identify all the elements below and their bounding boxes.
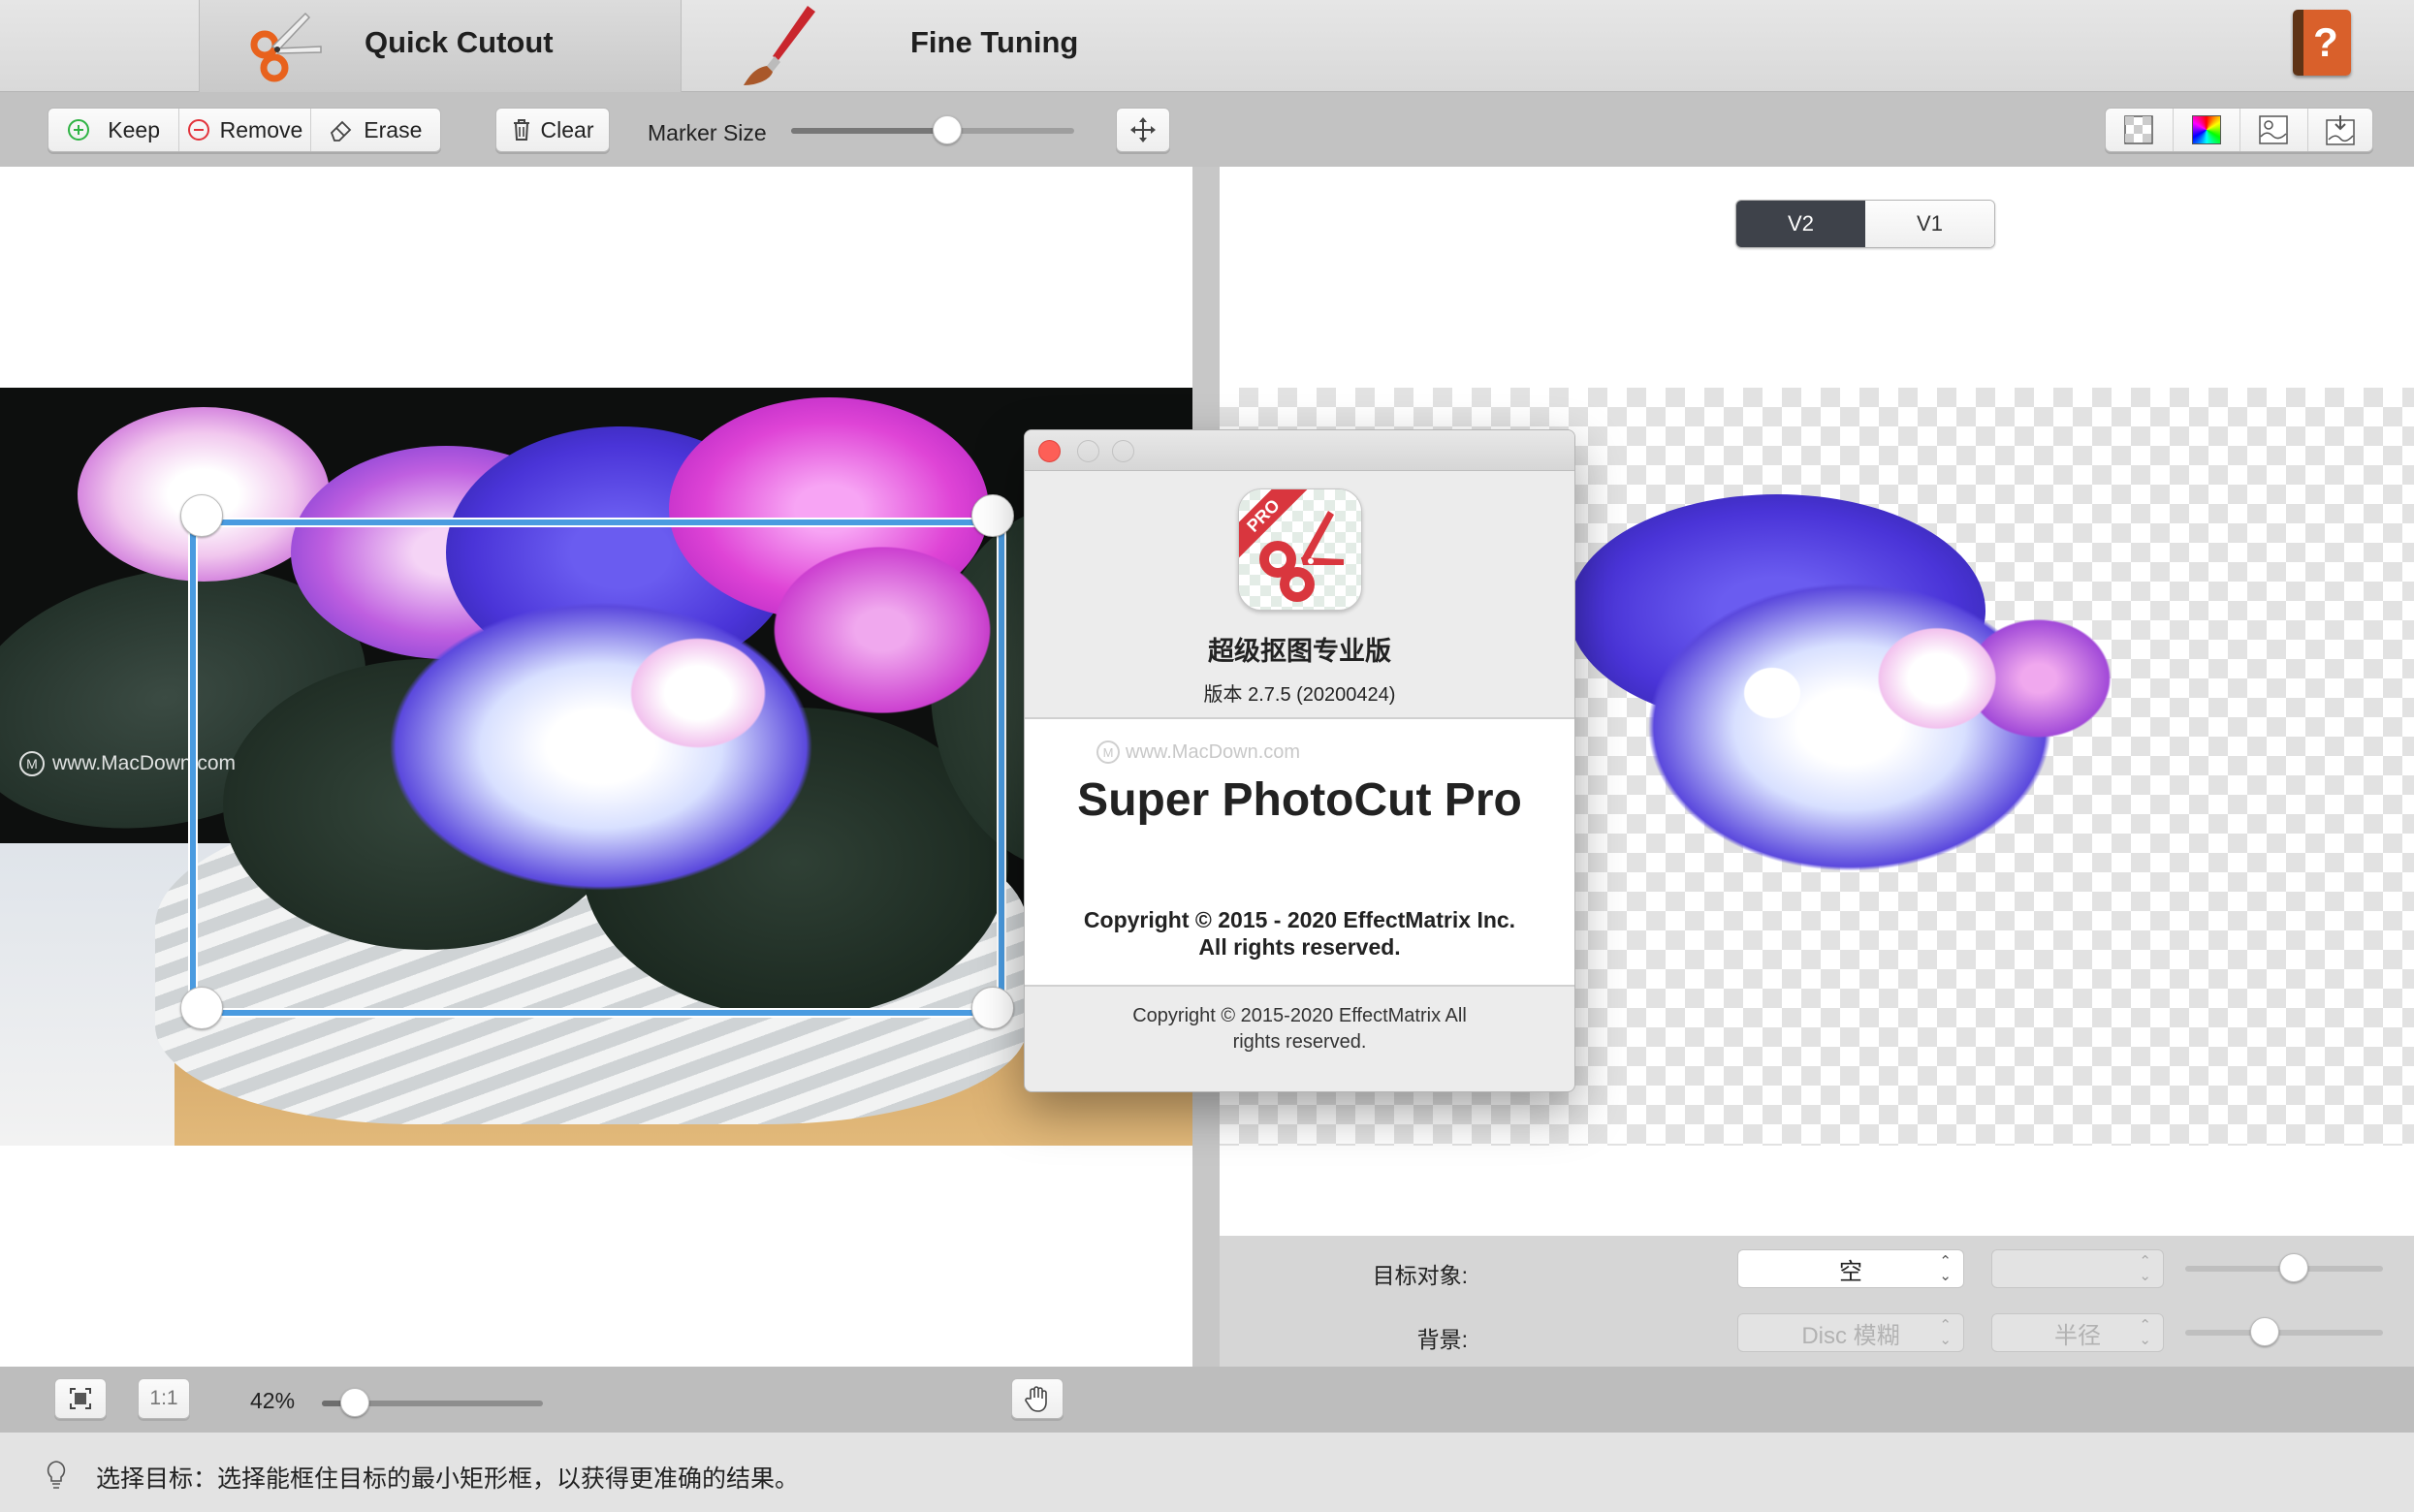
zoom-bar: 1:1 42%	[0, 1367, 2414, 1433]
target-select[interactable]: 空 ⌃ ⌄	[1737, 1249, 1964, 1288]
chevron-updown-icon: ⌃ ⌄	[2139, 1253, 2151, 1284]
export-button[interactable]	[2308, 109, 2373, 151]
slider-knob[interactable]	[2249, 1317, 2279, 1346]
refine-controls-panel: 目标对象: 空 ⌃ ⌄ ⌃ ⌄ 背景: Disc 模糊 ⌃ ⌄ 半径 ⌃ ⌄	[1220, 1236, 2414, 1367]
target-select-value: 空	[1839, 1258, 1862, 1285]
background-view-segmented	[2105, 108, 2373, 152]
help-book-icon[interactable]: ?	[2293, 10, 2351, 76]
color-bg-icon	[2191, 115, 2221, 144]
background-blur-select[interactable]: Disc 模糊 ⌃ ⌄	[1737, 1313, 1964, 1352]
selection-handle-top-left[interactable]	[180, 494, 223, 537]
transparent-bg-button[interactable]	[2106, 109, 2174, 151]
radius-select[interactable]: 半径 ⌃ ⌄	[1991, 1313, 2164, 1352]
target-label: 目标对象:	[1372, 1263, 1468, 1288]
background-select-value: Disc 模糊	[1801, 1322, 1900, 1349]
copyright-line-2: All rights reserved.	[1198, 934, 1401, 960]
minimize-button[interactable]	[1077, 440, 1099, 462]
plus-circle-icon	[68, 119, 90, 141]
watermark-text: www.MacDown.com	[1126, 740, 1301, 763]
status-hint-text: 选择目标：选择能框住目标的最小矩形框，以获得更准确的结果。	[96, 1465, 800, 1493]
background-label: 背景:	[1416, 1327, 1468, 1352]
chevron-updown-icon: ⌃ ⌄	[1939, 1253, 1952, 1284]
tab-label: Quick Cutout	[365, 25, 554, 59]
clear-label: Clear	[540, 116, 594, 142]
image-bg-icon	[2259, 115, 2288, 144]
slider-knob[interactable]	[2279, 1253, 2309, 1282]
background-slider[interactable]	[2185, 1317, 2383, 1346]
toolbar: Keep Remove Erase Clear Marker Size	[0, 92, 2414, 167]
move-arrows-icon	[1130, 117, 1156, 142]
footer-line-2: rights reserved.	[1232, 1031, 1367, 1053]
selection-handle-top-right[interactable]	[971, 494, 1014, 537]
footer-line-1: Copyright © 2015-2020 EffectMatrix All	[1132, 1005, 1467, 1026]
actual-size-button[interactable]: 1:1	[138, 1378, 190, 1419]
slider-knob[interactable]	[932, 115, 962, 144]
copyright-line-1: Copyright © 2015 - 2020 EffectMatrix Inc…	[1083, 907, 1516, 932]
about-titlebar	[1025, 430, 1574, 471]
scissors-icon	[1259, 511, 1344, 602]
radius-select-value: 半径	[2054, 1322, 2101, 1349]
eraser-icon	[331, 120, 352, 142]
fit-screen-button[interactable]	[54, 1378, 107, 1419]
zoom-slider[interactable]	[322, 1388, 543, 1417]
tab-label: Fine Tuning	[910, 25, 1079, 59]
target-slider[interactable]	[2185, 1253, 2383, 1282]
about-dialog: PRO 超级抠图专业版 版本 2.7.5 (20200424) M www.Ma…	[1024, 429, 1575, 1092]
fit-screen-icon	[70, 1388, 91, 1409]
export-icon	[2326, 115, 2355, 145]
about-info-panel: M www.MacDown.com Super PhotoCut Pro Cop…	[1025, 717, 1574, 987]
lightbulb-icon	[47, 1461, 66, 1489]
move-button[interactable]	[1116, 108, 1170, 152]
zoom-percent: 42%	[250, 1388, 296, 1413]
marker-mode-segmented: Keep Remove Erase	[48, 108, 441, 152]
minus-circle-icon	[187, 119, 209, 141]
remove-button[interactable]: Remove	[179, 109, 311, 151]
keep-button[interactable]: Keep	[48, 109, 180, 151]
image-bg-button[interactable]	[2240, 109, 2308, 151]
marker-size-label: Marker Size	[648, 120, 767, 145]
keep-label: Keep	[108, 116, 161, 142]
watermark: M www.MacDown.com	[1096, 740, 1300, 764]
app-icon: PRO	[1238, 488, 1362, 611]
version-toggle: V2 V1	[1735, 200, 1995, 248]
transparent-bg-icon	[2124, 115, 2153, 144]
hand-pan-button[interactable]	[1011, 1378, 1064, 1419]
app-name-cn: 超级抠图专业版	[1208, 637, 1391, 666]
selection-rectangle[interactable]	[190, 520, 1004, 1016]
product-name: Super PhotoCut Pro	[1077, 774, 1522, 826]
mode-tab-bar: Quick Cutout Fine Tuning ?	[0, 0, 2414, 92]
hand-pan-icon	[1025, 1386, 1047, 1412]
paintbrush-icon	[744, 6, 815, 85]
target-select-2[interactable]: ⌃ ⌄	[1991, 1249, 2164, 1288]
app-version: 版本 2.7.5 (20200424)	[1203, 684, 1396, 706]
erase-label: Erase	[364, 116, 423, 142]
slider-knob[interactable]	[340, 1388, 370, 1417]
version-option-v2[interactable]: V2	[1736, 201, 1865, 247]
marker-size-slider[interactable]	[791, 115, 1074, 144]
erase-button[interactable]: Erase	[311, 109, 440, 151]
zoom-button[interactable]	[1112, 440, 1134, 462]
close-button[interactable]	[1038, 440, 1061, 462]
tab-fine-tuning[interactable]: Fine Tuning	[682, 0, 1263, 92]
chevron-updown-icon: ⌃ ⌄	[2139, 1317, 2151, 1348]
version-option-v1[interactable]: V1	[1865, 201, 1994, 247]
scissors-icon	[250, 12, 322, 82]
source-canvas[interactable]: M www.MacDown.com	[0, 167, 1192, 1367]
selection-handle-bottom-right[interactable]	[971, 987, 1014, 1029]
tab-quick-cutout[interactable]: Quick Cutout	[199, 0, 682, 92]
clear-button[interactable]: Clear	[495, 108, 610, 152]
trash-icon	[513, 119, 529, 141]
remove-label: Remove	[219, 116, 303, 142]
selection-handle-bottom-left[interactable]	[180, 987, 223, 1029]
color-bg-button[interactable]	[2174, 109, 2240, 151]
status-bar: 选择目标：选择能框住目标的最小矩形框，以获得更准确的结果。	[0, 1433, 2414, 1512]
chevron-updown-icon: ⌃ ⌄	[1939, 1317, 1952, 1348]
